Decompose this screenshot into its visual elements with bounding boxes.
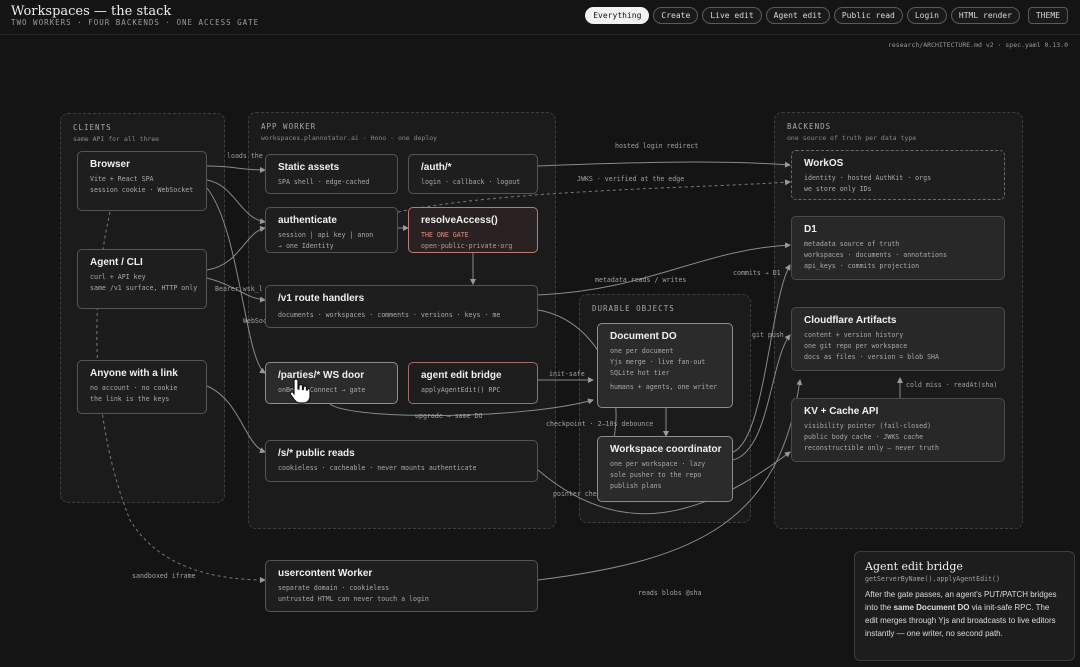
- node-usercontent-line: untrusted HTML can never touch a login: [278, 595, 429, 603]
- edge-label-init-safe: init-safe: [549, 370, 585, 378]
- wire-browser-authenticate: [206, 179, 266, 225]
- node-v1-route-handlers[interactable]: /v1 route handlers documents · workspace…: [265, 285, 538, 328]
- edge-label-hosted-login: hosted login redirect: [615, 142, 699, 150]
- node-authenticate-line: → one Identity: [278, 242, 334, 250]
- node-resolve-line: open·public·private·org: [421, 242, 513, 250]
- node-artifacts-title: Cloudflare Artifacts: [804, 315, 897, 326]
- node-bridge-title: agent edit bridge: [421, 370, 502, 381]
- node-artifacts-line: content + version history: [804, 331, 904, 339]
- info-panel: Agent edit bridge getServerByName().appl…: [854, 551, 1075, 661]
- wire-coord-artifacts: [732, 334, 791, 461]
- node-kv-title: KV + Cache API: [804, 406, 879, 417]
- node-d1-line: metadata source of truth: [804, 240, 900, 248]
- node-public-line: cookieless · cacheable · never mounts au…: [278, 464, 477, 472]
- node-agent-cli[interactable]: Agent / CLI curl + API key same /v1 surf…: [77, 249, 207, 309]
- node-usercontent-title: usercontent Worker: [278, 568, 373, 579]
- edge-label-bearer: Bearer wsk_l: [215, 285, 263, 293]
- node-auth-title: /auth/*: [421, 162, 452, 173]
- node-usercontent-worker[interactable]: usercontent Worker separate domain · coo…: [265, 560, 538, 612]
- edge-label-websocket: WebSoc: [243, 317, 267, 325]
- node-public-reads[interactable]: /s/* public reads cookieless · cacheable…: [265, 440, 538, 482]
- node-coordinator-title: Workspace coordinator: [610, 444, 722, 455]
- edge-label-upgrade: upgrade → same DO: [415, 412, 483, 420]
- node-workos-title: WorkOS: [804, 158, 844, 169]
- wire-browser-static: [206, 165, 266, 173]
- node-static-line: SPA shell · edge-cached: [278, 178, 370, 186]
- node-auth-routes[interactable]: /auth/* login · callback · logout: [408, 154, 538, 194]
- node-coordinator-line: one per workspace · lazy: [610, 460, 706, 468]
- node-kv-line: reconstructible only — never truth: [804, 444, 939, 452]
- node-authenticate[interactable]: authenticate session | api key | anon → …: [265, 207, 398, 253]
- node-d1-line: workspaces · documents · annotations: [804, 251, 947, 259]
- edge-label-commits: commits → D1: [733, 269, 781, 277]
- node-browser-title: Browser: [90, 159, 131, 170]
- node-cloudflare-artifacts[interactable]: Cloudflare Artifacts content + version h…: [791, 307, 1005, 371]
- edge-label-reads-blobs: reads blobs @sha: [638, 589, 702, 597]
- info-panel-subtitle: getServerByName().applyAgentEdit(): [865, 575, 1000, 583]
- node-coordinator-line: publish plans: [610, 482, 662, 490]
- node-document-do-line: SQLite hot tier: [610, 369, 670, 377]
- node-anyone-title: Anyone with a link: [90, 368, 178, 379]
- node-workspace-coordinator[interactable]: Workspace coordinator one per workspace …: [597, 436, 733, 502]
- node-workos-line: we store only IDs: [804, 185, 872, 193]
- node-coordinator-line: sole pusher to the repo: [610, 471, 702, 479]
- node-browser-line: Vite + React SPA: [90, 175, 154, 183]
- wire-link-public: [206, 385, 266, 454]
- node-v1-line: documents · workspaces · comments · vers…: [278, 311, 501, 319]
- node-anyone-line: the link is the keys: [90, 395, 170, 403]
- wire-cli-authenticate: [206, 226, 266, 271]
- node-agent-cli-line: same /v1 surface, HTTP only: [90, 284, 198, 292]
- edge-label-jwks: JWKS · verified at the edge: [577, 175, 685, 183]
- node-artifacts-line: one git repo per workspace: [804, 342, 908, 350]
- node-bridge-line: applyAgentEdit() RPC: [421, 386, 501, 394]
- node-agent-edit-bridge[interactable]: agent edit bridge applyAgentEdit() RPC: [408, 362, 538, 404]
- node-kv-line: visibility pointer (fail-closed): [804, 422, 932, 430]
- node-workos[interactable]: WorkOS identity · hosted AuthKit · orgs …: [791, 150, 1005, 200]
- node-resolve-gate-label: THE ONE GATE: [421, 231, 469, 239]
- node-d1[interactable]: D1 metadata source of truth workspaces ·…: [791, 216, 1005, 280]
- node-static-assets[interactable]: Static assets SPA shell · edge-cached: [265, 154, 398, 194]
- node-v1-title: /v1 route handlers: [278, 293, 365, 304]
- edge-label-cold-miss: cold miss · readAt(sha): [906, 381, 998, 389]
- node-d1-title: D1: [804, 224, 817, 235]
- node-usercontent-line: separate domain · cookieless: [278, 584, 390, 592]
- node-auth-line: login · callback · logout: [421, 178, 521, 186]
- node-document-do-title: Document DO: [610, 331, 677, 342]
- edge-label-metadata: metadata reads / writes: [595, 276, 687, 284]
- edge-label-loads: loads the: [227, 152, 263, 160]
- edge-label-git-push: git push: [752, 331, 784, 339]
- info-body-emphasis: same Document DO: [893, 603, 970, 612]
- node-resolve-access[interactable]: resolveAccess() THE ONE GATE open·public…: [408, 207, 538, 253]
- info-panel-title: Agent edit bridge: [865, 560, 963, 573]
- node-browser[interactable]: Browser Vite + React SPA session cookie …: [77, 151, 207, 211]
- node-anyone-with-link[interactable]: Anyone with a link no account · no cooki…: [77, 360, 207, 414]
- node-authenticate-line: session | api key | anon: [278, 231, 374, 239]
- node-browser-line: session cookie · WebSocket: [90, 186, 194, 194]
- node-document-do-line: one per document: [610, 347, 674, 355]
- node-authenticate-title: authenticate: [278, 215, 337, 226]
- node-agent-cli-line: curl + API key: [90, 273, 146, 281]
- edge-label-sandboxed-iframe: sandboxed iframe: [132, 572, 196, 580]
- wire-auth-workos: [537, 161, 791, 168]
- node-artifacts-line: docs as files · version = blob SHA: [804, 353, 939, 361]
- node-kv-cache[interactable]: KV + Cache API visibility pointer (fail-…: [791, 398, 1005, 462]
- node-ws-door[interactable]: /parties/* WS door onBeforeConnect → gat…: [265, 362, 398, 404]
- node-d1-line: api_keys · commits projection: [804, 262, 920, 270]
- info-panel-body: After the gate passes, an agent's PUT/PA…: [865, 588, 1064, 640]
- node-document-do-line: Yjs merge · live fan-out: [610, 358, 706, 366]
- node-static-title: Static assets: [278, 162, 340, 173]
- node-public-title: /s/* public reads: [278, 448, 355, 459]
- node-kv-line: public body cache · JWKS cache: [804, 433, 924, 441]
- node-agent-cli-title: Agent / CLI: [90, 257, 143, 268]
- node-document-do[interactable]: Document DO one per document Yjs merge ·…: [597, 323, 733, 408]
- node-workos-line: identity · hosted AuthKit · orgs: [804, 174, 932, 182]
- node-anyone-line: no account · no cookie: [90, 384, 178, 392]
- node-document-do-line: humans + agents, one writer: [610, 383, 718, 391]
- edge-label-checkpoint: checkpoint · 2–10s debounce: [546, 420, 654, 428]
- node-resolve-title: resolveAccess(): [421, 215, 498, 226]
- hand-pointer-cursor-icon: [289, 378, 311, 404]
